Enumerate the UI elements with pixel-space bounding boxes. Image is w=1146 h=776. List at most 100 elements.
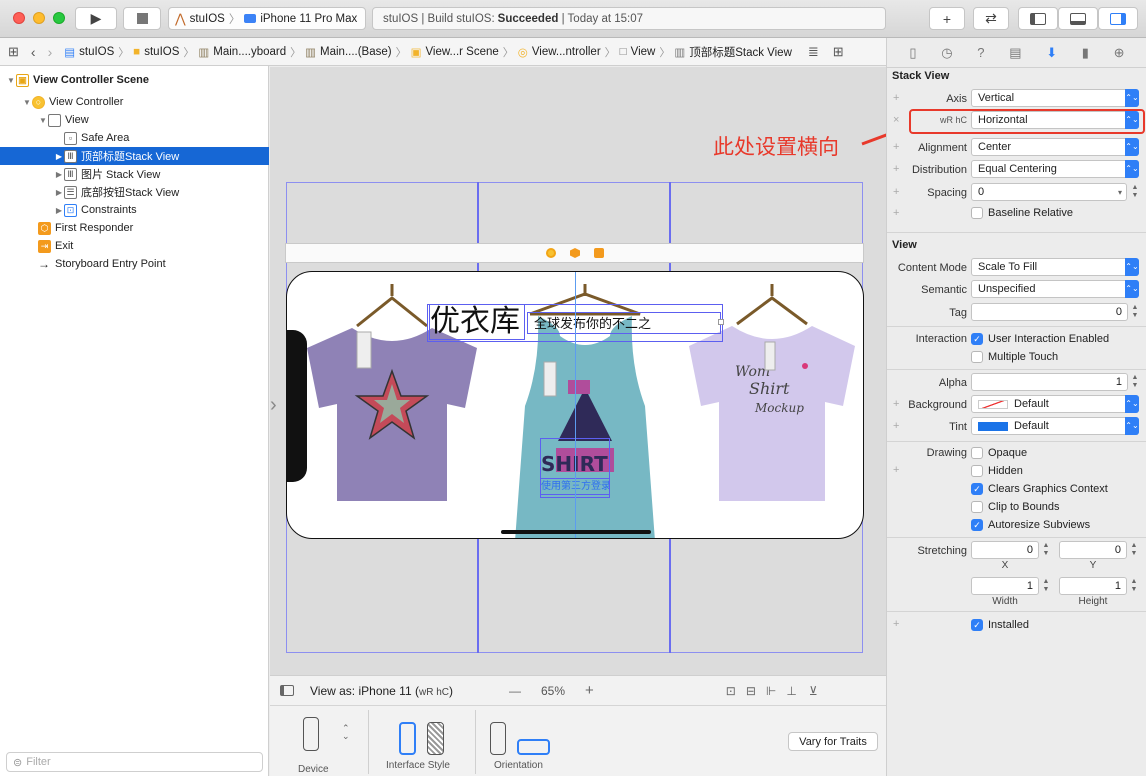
subtitle-label[interactable]: 全球发布你的不二之 [527, 312, 721, 334]
tree-item-view-controller[interactable]: ▼ ○ View Controller [0, 93, 269, 111]
help-inspector-icon[interactable]: ? [977, 45, 984, 60]
lines-icon[interactable]: ≣ [808, 44, 819, 60]
add-variation-icon[interactable]: + [893, 207, 899, 219]
add-variation-icon[interactable]: + [893, 141, 899, 153]
add-editor-icon[interactable]: ⊞ [833, 44, 844, 60]
first-responder-dock-icon[interactable] [570, 248, 580, 258]
view-as-label[interactable]: View as: iPhone 11 (wR hC) [310, 684, 453, 698]
zoom-window-button[interactable] [53, 12, 65, 24]
file-inspector-icon[interactable]: ▯ [909, 45, 916, 61]
portrait-orientation-icon[interactable] [490, 722, 506, 755]
tag-field[interactable]: 0 [971, 303, 1128, 321]
embed-in-icon[interactable]: ⊟ [746, 684, 756, 698]
tree-item-constraints[interactable]: ▶ ⊡ Constraints [0, 201, 269, 219]
light-mode-phone-icon[interactable] [399, 722, 416, 755]
stretch-y-stepper[interactable]: ▲ ▼ [1129, 541, 1139, 559]
tree-item-scene[interactable]: ▼ ▣ View Controller Scene [0, 71, 269, 89]
tree-item-title-stack-view[interactable]: ▶ Ⅲ 顶部标题Stack View [0, 147, 269, 165]
baseline-relative-checkbox[interactable] [971, 207, 983, 219]
add-variation-icon[interactable]: + [893, 398, 899, 410]
zoom-in-button[interactable]: + [585, 682, 594, 699]
forward-icon[interactable]: › [48, 44, 53, 60]
scheme-device[interactable]: iPhone 11 Pro Max [260, 13, 357, 25]
disclosure-closed-icon[interactable]: ▶ [54, 170, 64, 179]
attributes-inspector-icon[interactable]: ⬇ [1046, 45, 1057, 61]
stretch-height-field[interactable]: 1 [1059, 577, 1127, 595]
remove-variation-icon[interactable]: × [893, 114, 899, 126]
run-button[interactable]: ▶ [75, 7, 117, 30]
tint-popup[interactable]: Default ⌃⌄ [971, 417, 1139, 435]
alignment-popup[interactable]: Center ⌃⌄ [971, 138, 1139, 156]
toggle-debug-area-button[interactable] [1058, 7, 1098, 30]
exit-dock-icon[interactable] [594, 248, 604, 258]
toggle-inspector-button[interactable] [1098, 7, 1138, 30]
scheme-selector[interactable]: ⋀ stuIOS 〉 iPhone 11 Pro Max [168, 7, 366, 30]
history-inspector-icon[interactable]: ◷ [941, 45, 952, 61]
tree-item-entry-point[interactable]: → Storyboard Entry Point [0, 255, 269, 273]
disclosure-closed-icon[interactable]: ▶ [54, 206, 64, 215]
add-constraints-icon[interactable]: ⊥ [786, 684, 796, 698]
add-variation-icon[interactable]: + [893, 420, 899, 432]
stretch-height-stepper[interactable]: ▲ ▼ [1129, 577, 1139, 595]
title-label[interactable]: 优衣库 [429, 304, 525, 340]
landscape-orientation-icon[interactable] [517, 739, 550, 755]
update-frames-icon[interactable]: ⊡ [726, 684, 736, 698]
filter-field[interactable]: ⊜ Filter [6, 752, 263, 772]
view-controller-dock-icon[interactable] [546, 248, 556, 258]
crumb-scene[interactable]: ▣ View...r Scene [407, 45, 503, 59]
spacing-combo[interactable]: 0 ▾ [971, 183, 1127, 201]
scheme-target[interactable]: stuIOS [190, 13, 225, 25]
autoresize-checkbox[interactable]: ✓ [971, 519, 983, 531]
crumb-controller[interactable]: ◎ View...ntroller [514, 45, 605, 59]
axis-variation-popup[interactable]: Horizontal ⌃⌄ [971, 111, 1139, 129]
alpha-field[interactable]: 1 [971, 373, 1128, 391]
stretch-y-field[interactable]: 0 [1059, 541, 1127, 559]
crumb-project[interactable]: ▤ stuIOS [60, 45, 118, 59]
toggle-outline-icon[interactable] [280, 685, 294, 696]
add-variation-icon[interactable]: + [893, 163, 899, 175]
axis-popup[interactable]: Vertical ⌃⌄ [971, 89, 1139, 107]
multiple-touch-checkbox[interactable] [971, 351, 983, 363]
close-window-button[interactable] [13, 12, 25, 24]
disclosure-closed-icon[interactable]: ▶ [54, 188, 64, 197]
disclosure-open-icon[interactable]: ▼ [6, 76, 16, 85]
crumb-stack-view[interactable]: ▥ 顶部标题Stack View [670, 44, 796, 60]
disclosure-closed-icon[interactable]: ▶ [54, 152, 64, 161]
installed-checkbox[interactable]: ✓ [971, 619, 983, 631]
add-variation-icon[interactable]: + [893, 186, 899, 198]
minimize-window-button[interactable] [33, 12, 45, 24]
stretch-width-stepper[interactable]: ▲ ▼ [1041, 577, 1051, 595]
tree-item-first-responder[interactable]: ⬡ First Responder [0, 219, 269, 237]
tree-item-exit[interactable]: ⇥ Exit [0, 237, 269, 255]
align-icon[interactable]: ⊩ [766, 684, 776, 698]
clip-bounds-checkbox[interactable] [971, 501, 983, 513]
tree-item-view[interactable]: ▼ View [0, 111, 269, 129]
disclosure-open-icon[interactable]: ▼ [38, 116, 48, 125]
resolve-issues-icon[interactable]: ⊻ [809, 684, 818, 698]
add-variation-icon[interactable]: + [893, 92, 899, 104]
zoom-out-button[interactable]: — [509, 684, 521, 698]
zoom-level[interactable]: 65% [541, 684, 565, 698]
tree-item-image-stack-view[interactable]: ▶ Ⅲ 图片 Stack View [0, 165, 269, 183]
toggle-navigator-button[interactable] [1018, 7, 1058, 30]
crumb-storyboard[interactable]: ▥ Main....yboard [194, 45, 290, 59]
crumb-folder[interactable]: ■ stuIOS [129, 46, 183, 58]
tag-stepper[interactable]: ▲ ▼ [1130, 303, 1140, 321]
user-interaction-checkbox[interactable]: ✓ [971, 333, 983, 345]
clears-graphics-checkbox[interactable]: ✓ [971, 483, 983, 495]
size-inspector-icon[interactable]: ▮ [1082, 45, 1089, 61]
stretch-width-field[interactable]: 1 [971, 577, 1039, 595]
crumb-view[interactable]: □ View [616, 46, 660, 58]
content-mode-popup[interactable]: Scale To Fill ⌃⌄ [971, 258, 1139, 276]
distribution-popup[interactable]: Equal Centering ⌃⌄ [971, 160, 1139, 178]
device-stepper-icon[interactable]: ⌃ ⌄ [342, 724, 350, 741]
stretch-x-field[interactable]: 0 [971, 541, 1039, 559]
add-variation-icon[interactable]: + [893, 618, 899, 630]
vary-for-traits-button[interactable]: Vary for Traits [788, 732, 878, 751]
resize-handle[interactable] [718, 319, 724, 325]
iphone-screen[interactable]: SHIRT Wom Shirt Mockup 优衣库 全球发布你的不二之 使用第… [286, 271, 864, 539]
identity-inspector-icon[interactable]: ▤ [1009, 45, 1021, 61]
spacing-stepper[interactable]: ▲ ▼ [1130, 183, 1140, 201]
connections-inspector-icon[interactable]: ⊕ [1114, 45, 1125, 61]
back-icon[interactable]: ‹ [31, 44, 36, 60]
